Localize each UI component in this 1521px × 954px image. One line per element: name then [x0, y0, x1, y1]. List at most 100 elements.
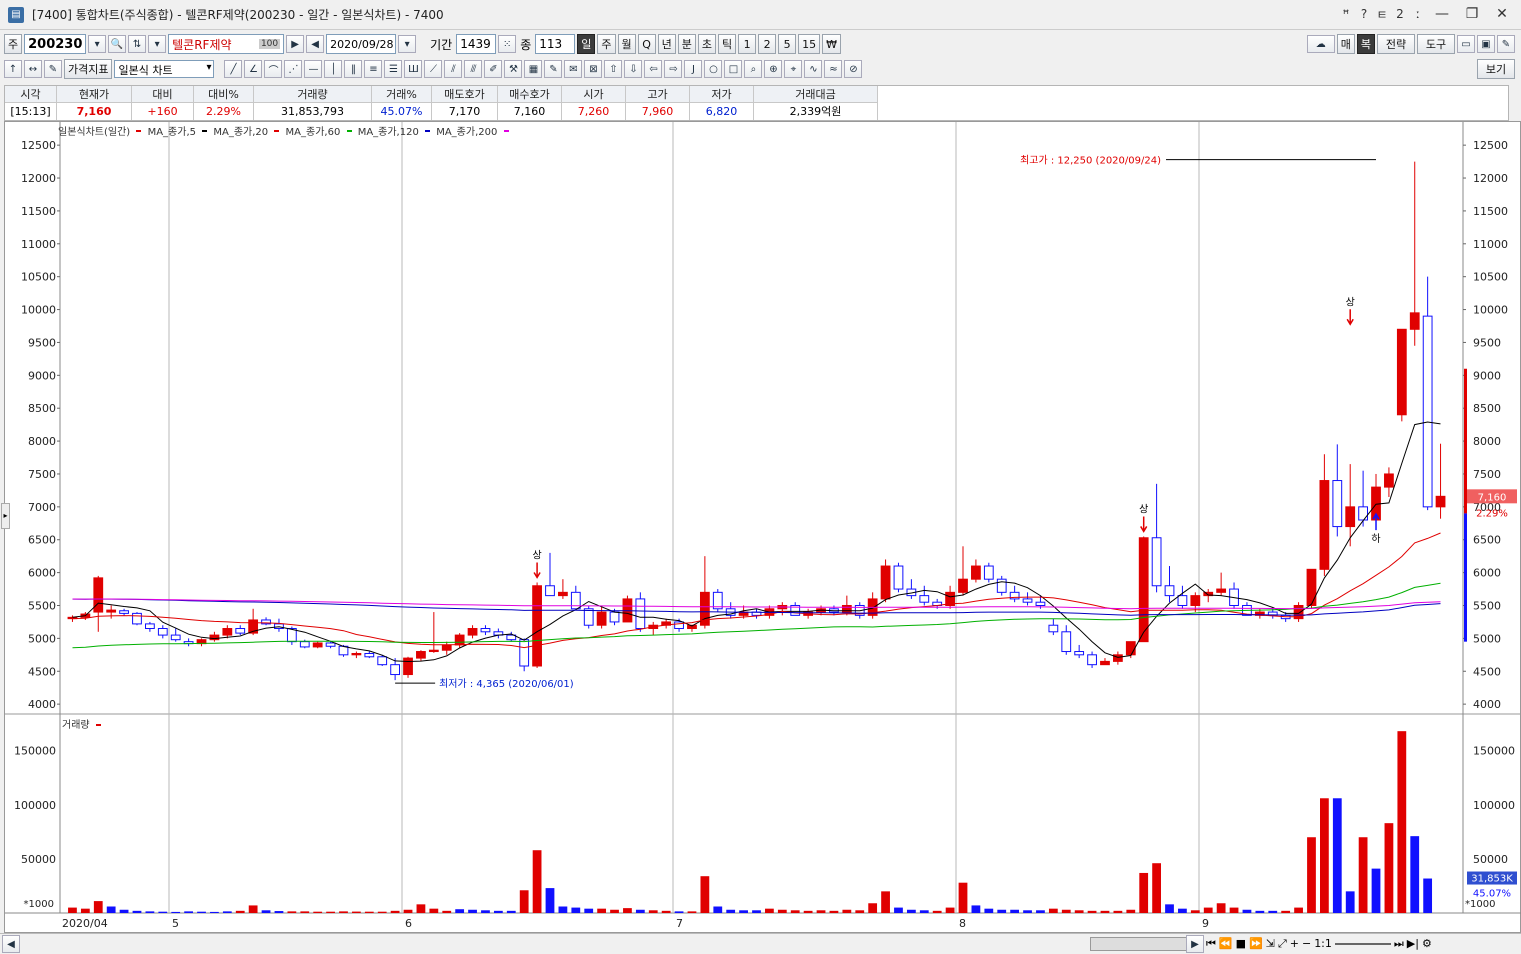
- vline-icon[interactable]: │: [324, 60, 343, 78]
- scroll-right-icon[interactable]: ▶: [1186, 935, 1204, 953]
- interval-1[interactable]: 1: [738, 34, 757, 54]
- arc-icon[interactable]: ⌒: [264, 60, 283, 78]
- fit-icon[interactable]: ⇲: [1266, 937, 1275, 951]
- scroll-left-icon[interactable]: ◀: [2, 935, 20, 953]
- zoom-out-icon[interactable]: −: [1302, 937, 1311, 951]
- help-icon[interactable]: ?: [1357, 7, 1371, 21]
- period-input[interactable]: 1439: [456, 34, 497, 54]
- pin-icon[interactable]: ꟸ: [1339, 7, 1353, 21]
- dropdown-icon[interactable]: ▾: [148, 35, 167, 53]
- zoom-slider[interactable]: [1334, 937, 1391, 945]
- fibo-retrace-icon[interactable]: ≡: [364, 60, 383, 78]
- market-select[interactable]: 주: [4, 34, 23, 54]
- last-icon[interactable]: ⏭: [1394, 937, 1404, 951]
- cursor-icon[interactable]: ↑: [4, 60, 22, 78]
- dropdown-icon[interactable]: ▾: [88, 35, 107, 53]
- wave2-icon[interactable]: ≈: [824, 60, 843, 78]
- ratio-icon[interactable]: 1:1: [1314, 937, 1332, 951]
- count-input[interactable]: 113: [535, 34, 576, 54]
- interval-5[interactable]: 5: [778, 34, 797, 54]
- tools-button[interactable]: 도구: [1417, 34, 1455, 54]
- grid-icon[interactable]: ⁙: [498, 35, 517, 53]
- rewind-icon[interactable]: ⏪: [1219, 937, 1233, 951]
- forward-icon[interactable]: ⏩: [1249, 937, 1263, 951]
- currency-button[interactable]: ₩: [822, 34, 842, 54]
- stop-icon[interactable]: ■: [1236, 937, 1246, 951]
- text-icon[interactable]: J: [684, 60, 703, 78]
- wrench-icon[interactable]: ✎: [1497, 35, 1515, 53]
- interval-year[interactable]: 년: [657, 34, 676, 54]
- wave-icon[interactable]: ∿: [804, 60, 823, 78]
- cloud-icon[interactable]: ☁: [1306, 35, 1335, 53]
- cycle-icon[interactable]: Ш: [404, 60, 423, 78]
- stock-code-input[interactable]: 200230: [24, 34, 87, 54]
- angle-icon[interactable]: ∠: [244, 60, 263, 78]
- calendar-dropdown-icon[interactable]: ▾: [398, 35, 417, 53]
- interval-2[interactable]: 2: [758, 34, 777, 54]
- layout-icon[interactable]: ㅌ: [1375, 6, 1389, 23]
- interval-month[interactable]: 월: [617, 34, 636, 54]
- chart-area[interactable]: 4000 4000 4500 4500 5000 5000 5500 5500 6000 6000…: [4, 121, 1521, 933]
- interval-minute[interactable]: 분: [677, 34, 696, 54]
- end-icon[interactable]: ▶|: [1407, 937, 1419, 951]
- pencil-icon[interactable]: ✐: [484, 60, 503, 78]
- prev-icon[interactable]: ◀: [306, 35, 325, 53]
- indicator-button[interactable]: 가격지표: [64, 59, 113, 79]
- next-icon[interactable]: ▶: [286, 35, 305, 53]
- chart-type-select[interactable]: 일본식 차트: [114, 60, 215, 78]
- zoom-select-icon[interactable]: ⊕: [764, 60, 783, 78]
- arrow-left-icon[interactable]: ⇦: [644, 60, 663, 78]
- maximize-button[interactable]: ❐: [1459, 4, 1485, 24]
- settings-icon[interactable]: ⚙: [1422, 937, 1432, 951]
- strategy-button[interactable]: 전략: [1377, 34, 1415, 54]
- magnet-icon[interactable]: ⌖: [784, 60, 803, 78]
- arrow-right-icon[interactable]: ⇨: [664, 60, 683, 78]
- interval-15[interactable]: 15: [798, 34, 821, 54]
- rect-icon[interactable]: □: [724, 60, 743, 78]
- first-icon[interactable]: ⏮: [1206, 937, 1216, 951]
- zoom-icon[interactable]: ⌕: [744, 60, 763, 78]
- sort-icon[interactable]: ⇅: [128, 35, 147, 53]
- price-chart[interactable]: 4000 4000 4500 4500 5000 5000 5500 5500 6000 6000…: [5, 122, 1521, 934]
- parallel-icon[interactable]: ⫻: [464, 60, 483, 78]
- hline-icon[interactable]: —: [304, 60, 323, 78]
- pick-icon[interactable]: ⚒: [504, 60, 523, 78]
- fan-icon[interactable]: ⋰: [284, 60, 303, 78]
- resize-icon[interactable]: ↔: [24, 60, 42, 78]
- trend-icon[interactable]: ⟋: [424, 60, 443, 78]
- note-icon[interactable]: ✉: [564, 60, 583, 78]
- interval-week[interactable]: 주: [597, 34, 616, 54]
- search-icon[interactable]: 🔍: [108, 35, 127, 53]
- interval-second[interactable]: 초: [697, 34, 717, 54]
- edit-icon[interactable]: ✎: [44, 60, 62, 78]
- arrow-up-icon[interactable]: ⇧: [604, 60, 623, 78]
- channel-icon[interactable]: ⫽: [444, 60, 463, 78]
- stock-name-field[interactable]: 텔콘RF제약 100: [168, 34, 285, 54]
- close-button[interactable]: ✕: [1489, 4, 1515, 24]
- arrow-down-icon[interactable]: ⇩: [624, 60, 643, 78]
- copy-button[interactable]: 복: [1356, 34, 1375, 54]
- interval-tick[interactable]: 틱: [718, 34, 737, 54]
- view-button[interactable]: 보기: [1477, 59, 1515, 79]
- link-icon[interactable]: 2: [1393, 7, 1407, 21]
- minimize-button[interactable]: —: [1429, 4, 1455, 24]
- brush-icon[interactable]: ✎: [544, 60, 563, 78]
- save-icon[interactable]: ▣: [1477, 35, 1495, 53]
- zoom-in-icon[interactable]: +: [1290, 937, 1299, 951]
- order-button[interactable]: 매: [1336, 34, 1355, 54]
- interval-quarter[interactable]: Q: [637, 34, 656, 54]
- menu-icon[interactable]: ː: [1411, 7, 1425, 21]
- panel-toggle-icon[interactable]: ▸: [1, 503, 10, 529]
- fibo-time-icon[interactable]: ‖: [344, 60, 363, 78]
- circle-icon[interactable]: ○: [704, 60, 723, 78]
- scroll-thumb[interactable]: [1090, 937, 1190, 951]
- color-icon[interactable]: ▦: [524, 60, 543, 78]
- folder-icon[interactable]: ▭: [1457, 35, 1475, 53]
- delete-icon[interactable]: ⊘: [844, 60, 863, 78]
- scroll-bar[interactable]: ◀ ▶ ⏮ ⏪ ■ ⏩ ⇲ ⤢ + − 1:1 ⏭ ▶| ⚙: [0, 933, 1521, 954]
- zoom-fit-icon[interactable]: ⤢: [1278, 937, 1287, 951]
- grid-lines-icon[interactable]: ☰: [384, 60, 403, 78]
- frame-icon[interactable]: ⊠: [584, 60, 603, 78]
- interval-day[interactable]: 일: [577, 34, 596, 54]
- date-input[interactable]: 2020/09/28: [326, 34, 397, 54]
